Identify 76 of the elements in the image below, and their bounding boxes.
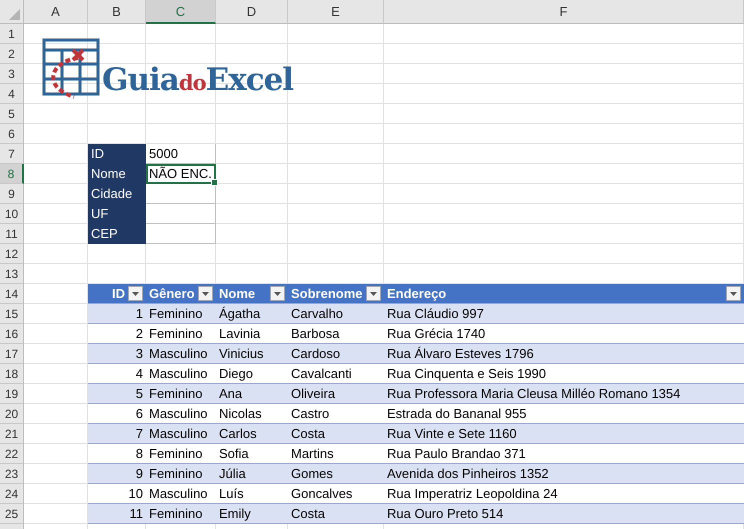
- row-header[interactable]: 7: [0, 144, 24, 164]
- field-label: CEP: [88, 224, 146, 244]
- column-header[interactable]: B: [88, 0, 146, 24]
- row-header[interactable]: 24: [0, 484, 24, 504]
- column-header[interactable]: E: [288, 0, 384, 24]
- field-value-cell[interactable]: 5000: [146, 144, 216, 164]
- table-cell: Cardoso: [288, 344, 384, 364]
- row-header[interactable]: 21: [0, 424, 24, 444]
- field-label: Nome: [88, 164, 146, 184]
- column-title: ID: [111, 286, 125, 301]
- table-cell: Vinicius: [216, 344, 288, 364]
- row-header[interactable]: 11: [0, 224, 24, 244]
- row-header[interactable]: 9: [0, 184, 24, 204]
- row-header[interactable]: 1: [0, 24, 24, 44]
- table-cell: Costa: [288, 504, 384, 524]
- logo-text: do: [178, 72, 206, 93]
- column-header[interactable]: F: [384, 0, 744, 24]
- row-header[interactable]: 23: [0, 464, 24, 484]
- table-cell: Rua Cláudio 997: [384, 304, 744, 324]
- table-cell: Rua Ouro Preto 514: [384, 504, 744, 524]
- row-header[interactable]: 17: [0, 344, 24, 364]
- field-label: Cidade: [88, 184, 146, 204]
- row-header[interactable]: 19: [0, 384, 24, 404]
- row-header[interactable]: 6: [0, 124, 24, 144]
- table-cell: Feminino: [146, 464, 216, 484]
- table-cell: 3: [88, 344, 146, 364]
- column-title: Sobrenome: [291, 286, 363, 301]
- table-cell: Carlos: [216, 424, 288, 444]
- table-cell: Feminino: [146, 304, 216, 324]
- row-header[interactable]: 10: [0, 204, 24, 224]
- row-header[interactable]: 15: [0, 304, 24, 324]
- table-cell: Carvalho: [288, 304, 384, 324]
- column-title: Nome: [219, 286, 256, 301]
- row-header[interactable]: 18: [0, 364, 24, 384]
- logo-text: Guia: [102, 65, 179, 96]
- column-title: Endereço: [387, 286, 448, 301]
- row-header[interactable]: 20: [0, 404, 24, 424]
- row-header[interactable]: 5: [0, 104, 24, 124]
- row-header[interactable]: 4: [0, 84, 24, 104]
- row-header[interactable]: 2: [0, 44, 24, 64]
- table-cell: 5: [88, 384, 146, 404]
- table-cell: Emily: [216, 504, 288, 524]
- logo-text: Excel: [206, 65, 294, 96]
- table-cell: 9: [88, 464, 146, 484]
- row-header[interactable]: 3: [0, 64, 24, 84]
- table-cell: Feminino: [146, 384, 216, 404]
- column-header[interactable]: D: [216, 0, 288, 24]
- row-header[interactable]: 12: [0, 244, 24, 264]
- table-cell: Costa: [288, 424, 384, 444]
- table-cell: Masculino: [146, 424, 216, 444]
- table-cell: Feminino: [146, 504, 216, 524]
- row-header[interactable]: 25: [0, 504, 24, 524]
- table-cell: Oliveira: [288, 384, 384, 404]
- column-header[interactable]: C: [146, 0, 216, 24]
- row-header[interactable]: 22: [0, 444, 24, 464]
- row-header[interactable]: 14: [0, 284, 24, 304]
- table-cell: 1: [88, 304, 146, 324]
- table-cell: Rua Professora Maria Cleusa Milléo Romano 1354: [384, 384, 744, 404]
- table-cell: Gomes: [288, 464, 384, 484]
- table-cell: Masculino: [146, 344, 216, 364]
- row-header[interactable]: 13: [0, 264, 24, 284]
- table-cell: Rua Álvaro Esteves 1796: [384, 344, 744, 364]
- table-cell: Júlia: [216, 464, 288, 484]
- row-header[interactable]: 16: [0, 324, 24, 344]
- table-cell: 11: [88, 504, 146, 524]
- column-title: Gênero: [149, 286, 195, 301]
- table-cell: Avenida dos Pinheiros 1352: [384, 464, 744, 484]
- table-cell: Rua Vinte e Sete 1160: [384, 424, 744, 444]
- field-value-cell[interactable]: NÃO ENC.: [146, 164, 216, 184]
- row-header[interactable]: 8: [0, 164, 24, 184]
- table-cell: Ágatha: [216, 304, 288, 324]
- field-label: ID: [88, 144, 146, 164]
- column-header[interactable]: A: [24, 0, 88, 24]
- table-cell: 7: [88, 424, 146, 444]
- table-cell: Ana: [216, 384, 288, 404]
- field-label: UF: [88, 204, 146, 224]
